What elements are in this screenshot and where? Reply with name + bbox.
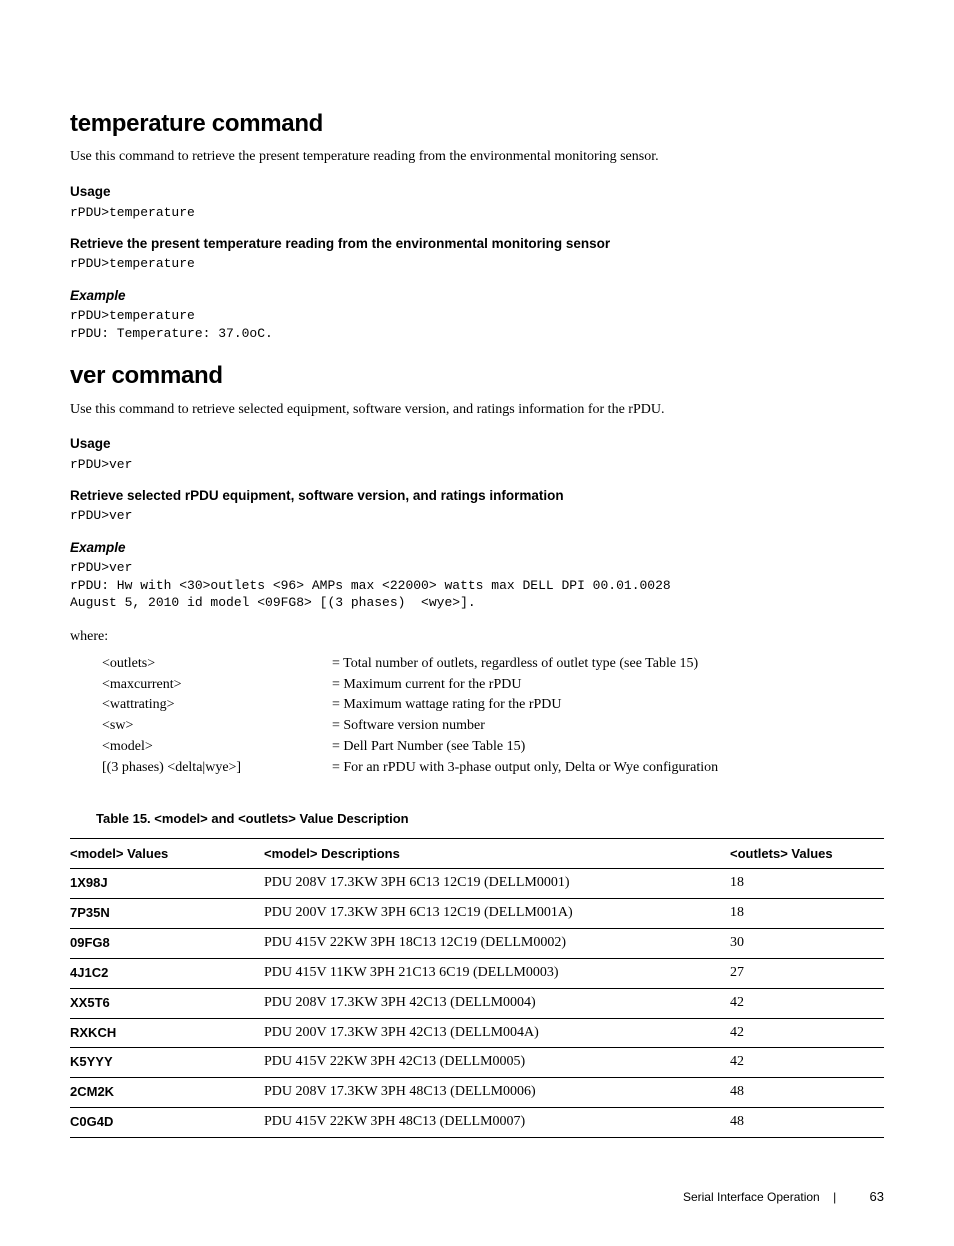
footer-page-number: 63 (870, 1189, 884, 1204)
cell-outlets: 42 (730, 988, 884, 1018)
where-row: <maxcurrent>= Maximum current for the rP… (102, 676, 884, 695)
where-term: <maxcurrent> (102, 676, 332, 695)
retrieve-heading: Retrieve selected rPDU equipment, softwa… (70, 487, 884, 505)
cell-outlets: 42 (730, 1048, 884, 1078)
cell-model: 1X98J (70, 869, 264, 899)
cell-model: K5YYY (70, 1048, 264, 1078)
table-caption: Table 15. <model> and <outlets> Value De… (96, 810, 884, 828)
cell-outlets: 42 (730, 1018, 884, 1048)
section-desc: Use this command to retrieve selected eq… (70, 401, 884, 420)
example-heading: Example (70, 287, 884, 305)
usage-heading: Usage (70, 183, 884, 201)
cell-desc: PDU 415V 22KW 3PH 48C13 (DELLM0007) (264, 1108, 730, 1138)
usage-command: rPDU>temperature (70, 204, 884, 222)
where-term: <outlets> (102, 655, 332, 674)
cell-model: 4J1C2 (70, 958, 264, 988)
retrieve-command: rPDU>temperature (70, 255, 884, 273)
cell-desc: PDU 208V 17.3KW 3PH 6C13 12C19 (DELLM000… (264, 869, 730, 899)
example-heading: Example (70, 539, 884, 557)
cell-desc: PDU 415V 22KW 3PH 42C13 (DELLM0005) (264, 1048, 730, 1078)
where-def: = Software version number (332, 717, 485, 736)
cell-desc: PDU 200V 17.3KW 3PH 42C13 (DELLM004A) (264, 1018, 730, 1048)
where-def: = Total number of outlets, regardless of… (332, 655, 698, 674)
example-body: rPDU>temperature rPDU: Temperature: 37.0… (70, 307, 884, 342)
retrieve-command: rPDU>ver (70, 507, 884, 525)
cell-desc: PDU 208V 17.3KW 3PH 42C13 (DELLM0004) (264, 988, 730, 1018)
cell-desc: PDU 415V 22KW 3PH 18C13 12C19 (DELLM0002… (264, 928, 730, 958)
where-list: <outlets>= Total number of outlets, rega… (102, 655, 884, 778)
where-def: = Maximum wattage rating for the rPDU (332, 696, 562, 715)
cell-outlets: 27 (730, 958, 884, 988)
where-row: <outlets>= Total number of outlets, rega… (102, 655, 884, 674)
cell-outlets: 18 (730, 869, 884, 899)
table-row: 09FG8PDU 415V 22KW 3PH 18C13 12C19 (DELL… (70, 928, 884, 958)
cell-model: 09FG8 (70, 928, 264, 958)
where-row: <model>= Dell Part Number (see Table 15) (102, 738, 884, 757)
where-row: <sw>= Software version number (102, 717, 884, 736)
example-body: rPDU>ver rPDU: Hw with <30>outlets <96> … (70, 559, 884, 612)
table-row: RXKCHPDU 200V 17.3KW 3PH 42C13 (DELLM004… (70, 1018, 884, 1048)
cell-desc: PDU 208V 17.3KW 3PH 48C13 (DELLM0006) (264, 1078, 730, 1108)
model-table: <model> Values <model> Descriptions <out… (70, 838, 884, 1139)
section-title-temperature: temperature command (70, 108, 884, 140)
cell-model: RXKCH (70, 1018, 264, 1048)
cell-model: 7P35N (70, 899, 264, 929)
where-row: <wattrating>= Maximum wattage rating for… (102, 696, 884, 715)
where-def: = For an rPDU with 3-phase output only, … (332, 759, 718, 778)
retrieve-heading: Retrieve the present temperature reading… (70, 235, 884, 253)
usage-command: rPDU>ver (70, 456, 884, 474)
where-def: = Maximum current for the rPDU (332, 676, 521, 695)
table-row: K5YYYPDU 415V 22KW 3PH 42C13 (DELLM0005)… (70, 1048, 884, 1078)
footer-section: Serial Interface Operation (683, 1190, 820, 1204)
table-row: 7P35NPDU 200V 17.3KW 3PH 6C13 12C19 (DEL… (70, 899, 884, 929)
col-header-desc: <model> Descriptions (264, 838, 730, 869)
cell-model: C0G4D (70, 1108, 264, 1138)
where-label: where: (70, 628, 884, 647)
where-term: <model> (102, 738, 332, 757)
section-desc: Use this command to retrieve the present… (70, 148, 884, 167)
table-row: XX5T6PDU 208V 17.3KW 3PH 42C13 (DELLM000… (70, 988, 884, 1018)
cell-outlets: 48 (730, 1078, 884, 1108)
table-row: C0G4DPDU 415V 22KW 3PH 48C13 (DELLM0007)… (70, 1108, 884, 1138)
where-term: [(3 phases) <delta|wye>] (102, 759, 332, 778)
table-row: 1X98JPDU 208V 17.3KW 3PH 6C13 12C19 (DEL… (70, 869, 884, 899)
col-header-outlets: <outlets> Values (730, 838, 884, 869)
where-term: <wattrating> (102, 696, 332, 715)
page-footer: Serial Interface Operation | 63 (70, 1188, 884, 1206)
where-def: = Dell Part Number (see Table 15) (332, 738, 525, 757)
cell-model: XX5T6 (70, 988, 264, 1018)
cell-outlets: 18 (730, 899, 884, 929)
where-row: [(3 phases) <delta|wye>]= For an rPDU wi… (102, 759, 884, 778)
table-row: 4J1C2PDU 415V 11KW 3PH 21C13 6C19 (DELLM… (70, 958, 884, 988)
where-term: <sw> (102, 717, 332, 736)
cell-desc: PDU 200V 17.3KW 3PH 6C13 12C19 (DELLM001… (264, 899, 730, 929)
col-header-model: <model> Values (70, 838, 264, 869)
usage-heading: Usage (70, 435, 884, 453)
cell-model: 2CM2K (70, 1078, 264, 1108)
section-title-ver: ver command (70, 360, 884, 392)
cell-desc: PDU 415V 11KW 3PH 21C13 6C19 (DELLM0003) (264, 958, 730, 988)
cell-outlets: 48 (730, 1108, 884, 1138)
cell-outlets: 30 (730, 928, 884, 958)
table-row: 2CM2KPDU 208V 17.3KW 3PH 48C13 (DELLM000… (70, 1078, 884, 1108)
footer-separator: | (833, 1190, 836, 1204)
